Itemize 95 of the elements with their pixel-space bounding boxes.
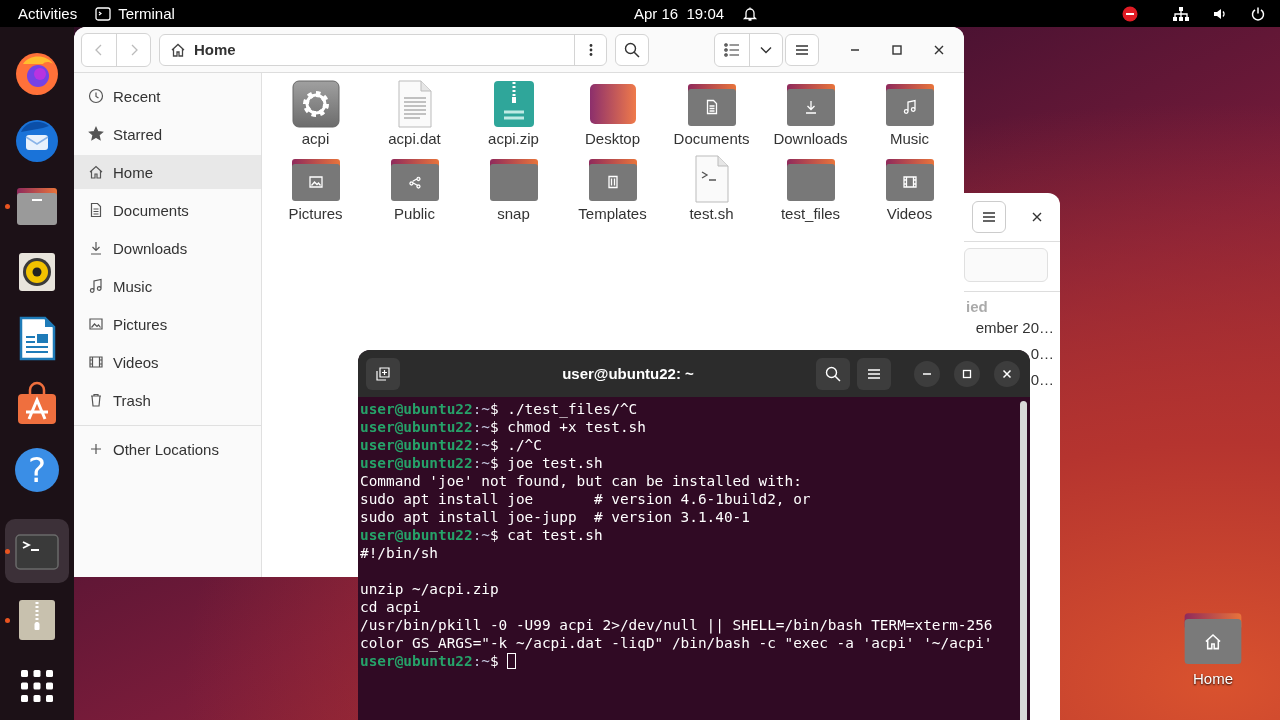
download-icon (88, 240, 104, 256)
file-item[interactable]: Downloads (761, 80, 860, 155)
search-button[interactable] (816, 357, 850, 390)
clock[interactable]: Apr 16 19:04 (634, 5, 725, 22)
caret-icon (760, 45, 772, 54)
search-field[interactable] (964, 248, 1048, 282)
music-note-icon (88, 278, 104, 294)
file-item[interactable]: acpi (266, 80, 365, 155)
terminal-line: user@ubuntu22:~$ ./^C (360, 436, 542, 454)
window-title: user@ubuntu22: ~ (561, 365, 695, 382)
date-cell-text: ember 20… (975, 318, 1054, 338)
new-tab-icon (375, 365, 391, 382)
file-item[interactable]: Videos (860, 155, 959, 230)
network-icon[interactable] (1172, 5, 1190, 22)
search-button[interactable] (615, 33, 649, 66)
bell-icon (742, 5, 759, 22)
sidebar-item[interactable]: Home (74, 155, 261, 189)
scrollbar[interactable] (1020, 401, 1027, 720)
sidebar-item[interactable]: Music (74, 269, 261, 303)
sidebar-item[interactable]: Downloads (74, 231, 261, 265)
menu-button[interactable] (785, 33, 819, 66)
trash-icon (88, 392, 104, 408)
menu-icon (982, 211, 996, 223)
sidebar-item[interactable]: Starred (74, 117, 261, 151)
terminal-line: user@ubuntu22:~$ ./test_files/^C (360, 400, 638, 418)
close-icon (933, 43, 945, 56)
help-icon: ? (15, 448, 59, 492)
sidebar-item[interactable]: Trash (74, 383, 261, 417)
menu-icon (867, 367, 881, 380)
maximize-icon (962, 368, 972, 379)
terminal-line: #!/bin/sh (360, 544, 438, 562)
list-icon (724, 42, 740, 57)
terminal-line: sudo apt install joe # version 4.6-1build2, or (360, 490, 811, 508)
sidebar-item[interactable]: Pictures (74, 307, 261, 341)
activities-button[interactable]: Activities (18, 5, 78, 22)
home-icon (88, 164, 104, 180)
terminal-line: Command 'joe' not found, but can be installed with: (360, 472, 802, 490)
app-menu[interactable]: Terminal (95, 5, 175, 22)
file-item[interactable]: Templates (563, 155, 662, 230)
date-cell-text: 0… (1030, 344, 1054, 364)
terminal-line: color GS_ARGS="-k ~/acpi.dat -liqD" /bin/bash -c "exec -a 'acpi' '~/acpi' (360, 634, 993, 652)
image-icon (88, 316, 104, 332)
file-item[interactable]: test.sh (662, 155, 761, 230)
home-folder-icon (1184, 612, 1242, 664)
search-icon (624, 41, 640, 58)
browser-icon (13, 50, 61, 98)
new-tab-button[interactable] (366, 357, 400, 390)
desktop-icon[interactable]: Home (1172, 612, 1254, 687)
file-item[interactable]: Desktop (563, 80, 662, 155)
file-item[interactable]: snap (464, 155, 563, 230)
sidebar-item[interactable]: Recent (74, 79, 261, 113)
search-icon (825, 365, 841, 382)
terminal-line: user@ubuntu22:~$ cat test.sh (360, 526, 603, 544)
file-item[interactable]: Documents (662, 80, 761, 155)
power-icon[interactable] (1250, 5, 1266, 22)
terminal-line: user@ubuntu22:~$ joe test.sh (360, 454, 603, 472)
plus-icon (88, 441, 104, 457)
maximize-button[interactable] (954, 360, 980, 387)
menu-button[interactable] (857, 357, 891, 390)
terminal-line: /usr/bin/pkill -0 -U99 acpi 2>/dev/null || SHELL=/bin/bash TERM=xterm-256 (360, 616, 993, 634)
terminal-line: cd acpi (360, 598, 421, 616)
file-item[interactable]: test_files (761, 155, 860, 230)
sidebar-item[interactable]: Videos (74, 345, 261, 379)
sidebar-item[interactable]: Other Locations (74, 432, 261, 466)
minimize-button[interactable] (914, 360, 940, 387)
terminal-line: user@ubuntu22:~$ (360, 652, 500, 670)
file-item[interactable]: acpi.dat (365, 80, 464, 155)
terminal-line: user@ubuntu22:~$ chmod +x test.sh (360, 418, 646, 436)
sidebar-item[interactable]: Documents (74, 193, 261, 227)
close-icon[interactable] (1031, 211, 1043, 223)
film-icon (88, 354, 104, 370)
document-icon (88, 202, 104, 218)
minimize-icon (923, 372, 931, 375)
clock-icon (88, 88, 104, 104)
home-icon (170, 41, 186, 58)
menu-button[interactable] (972, 201, 1006, 233)
terminal-line: unzip ~/acpi.zip (360, 580, 499, 598)
file-item[interactable]: Public (365, 155, 464, 230)
menu-icon (795, 43, 809, 56)
terminal-icon (95, 6, 112, 21)
date-cell-text: 0… (1030, 370, 1054, 390)
minimize-icon (850, 48, 860, 51)
star-icon (88, 126, 104, 142)
file-item[interactable]: Music (860, 80, 959, 155)
more-icon (588, 42, 593, 57)
terminal-line: sudo apt install joe-jupp # version 3.1.40-1 (360, 508, 750, 526)
close-button[interactable] (994, 360, 1020, 387)
do-not-disturb-icon[interactable] (1122, 5, 1138, 22)
file-item[interactable]: Pictures (266, 155, 365, 230)
close-icon (1002, 368, 1012, 379)
gear-icon (291, 80, 340, 128)
chevron-left-icon (94, 42, 104, 57)
path-crumb[interactable]: Home (194, 41, 236, 58)
maximize-icon (891, 43, 903, 56)
file-item[interactable]: acpi.zip (464, 80, 563, 155)
